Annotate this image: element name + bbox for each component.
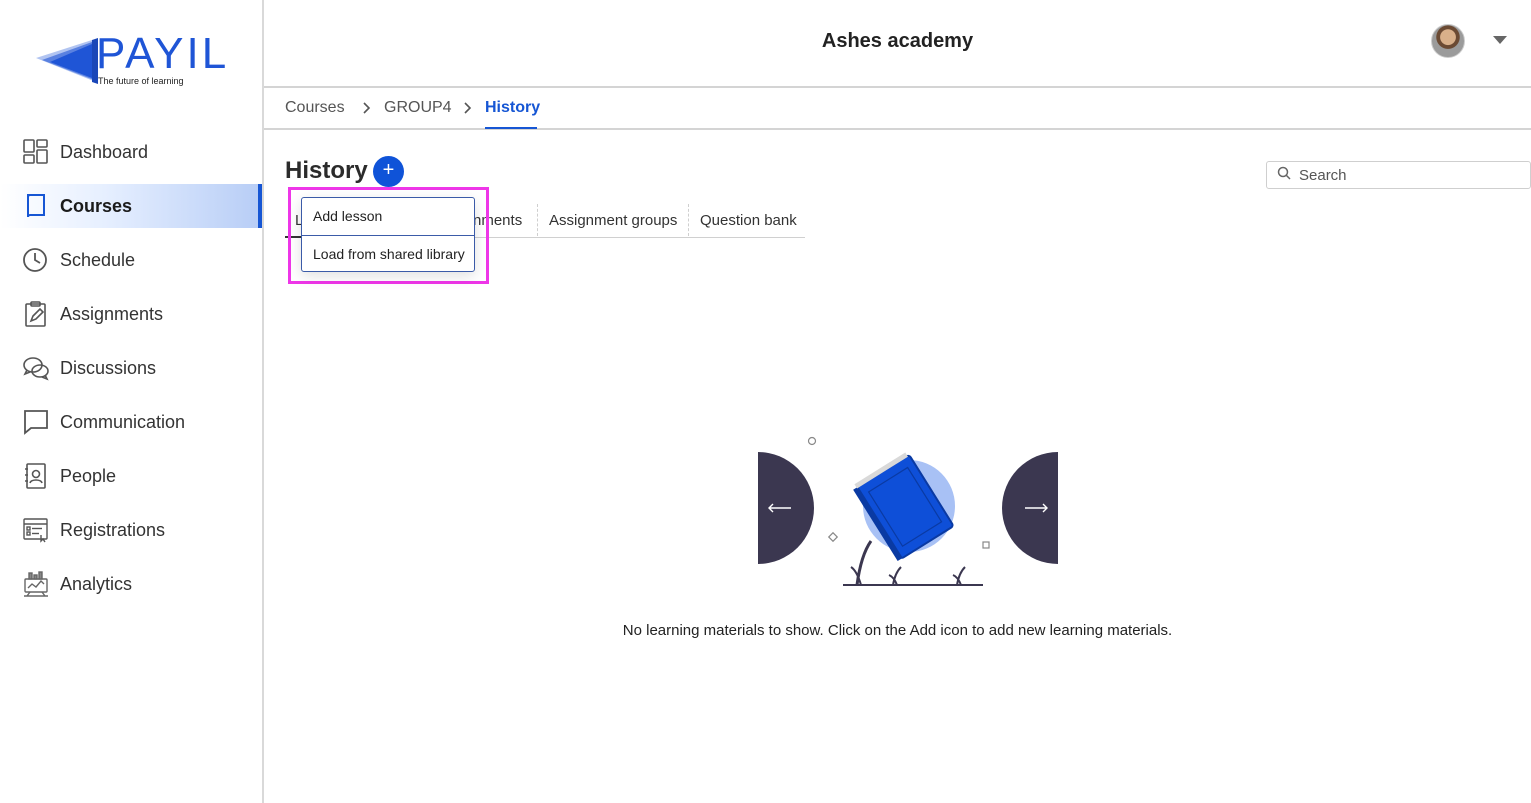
search-input[interactable] [1299, 166, 1519, 184]
app-root: PAYIL The future of learning Dashboard C… [0, 0, 1531, 803]
logo-text: PAYIL [96, 29, 230, 78]
tab-assignment-groups[interactable]: Assignment groups [549, 212, 677, 229]
empty-state-message: No learning materials to show. Click on … [622, 622, 1173, 639]
avatar[interactable] [1431, 24, 1465, 58]
add-button[interactable]: + [373, 156, 404, 187]
chevron-right-icon [463, 98, 473, 123]
menu-item-load-shared-library[interactable]: Load from shared library [302, 235, 474, 272]
empty-state-illustration [758, 436, 1058, 586]
search-icon [1277, 166, 1291, 185]
sidebar-item-dashboard[interactable]: Dashboard [0, 130, 262, 174]
sidebar-item-label: Assignments [60, 303, 164, 324]
chevron-down-icon[interactable] [1493, 36, 1507, 44]
tab-divider [688, 204, 689, 236]
payil-logo[interactable]: PAYIL The future of learning [34, 30, 234, 90]
dashboard-icon [22, 138, 50, 166]
logo-tagline: The future of learning [98, 76, 184, 86]
breadcrumb-courses[interactable]: Courses [285, 99, 345, 117]
breadcrumb-group[interactable]: GROUP4 [384, 99, 452, 117]
breadcrumb-active-underline [485, 127, 537, 129]
tab-question-bank[interactable]: Question bank [700, 212, 797, 229]
page-title: History [285, 157, 368, 184]
sidebar-item-communication[interactable]: Communication [0, 400, 262, 444]
breadcrumb-current: History [485, 99, 541, 116]
registration-form-icon [22, 516, 50, 544]
clipboard-icon [22, 300, 50, 328]
book-icon [22, 192, 50, 220]
logo-mark-icon [36, 38, 98, 84]
sidebar-item-discussions[interactable]: Discussions [0, 346, 262, 390]
chat-bubbles-icon [22, 354, 50, 382]
sidebar-item-label: Discussions [60, 357, 157, 378]
search-box [1266, 161, 1531, 189]
sidebar-item-people[interactable]: People [0, 454, 262, 498]
tab-divider [537, 204, 538, 236]
sidebar-item-assignments[interactable]: Assignments [0, 292, 262, 336]
sidebar-item-analytics[interactable]: Analytics [0, 562, 262, 606]
sidebar-item-label: Communication [60, 411, 186, 432]
menu-item-add-lesson[interactable]: Add lesson [302, 198, 474, 235]
sidebar-item-label: People [60, 465, 117, 486]
organization-title: Ashes academy [821, 30, 974, 52]
sidebar-nav: Dashboard Courses Schedule Assignments D… [0, 130, 262, 616]
sidebar-item-registrations[interactable]: Registrations [0, 508, 262, 552]
person-card-icon [22, 462, 50, 490]
breadcrumb: Courses GROUP4 History [264, 90, 1531, 130]
sidebar-item-schedule[interactable]: Schedule [0, 238, 262, 282]
analytics-icon [22, 570, 50, 598]
clock-icon [22, 246, 50, 274]
sidebar-item-label: Schedule [60, 249, 136, 270]
sidebar-item-courses[interactable]: Courses [0, 184, 262, 228]
add-menu: Add lesson Load from shared library [301, 197, 475, 272]
top-header: Ashes academy [264, 0, 1531, 88]
sidebar-item-label: Registrations [60, 519, 166, 540]
sidebar-item-label: Analytics [60, 573, 133, 594]
sidebar-item-label: Dashboard [60, 141, 149, 162]
message-icon [22, 408, 50, 436]
chevron-right-icon [362, 98, 372, 123]
sidebar: PAYIL The future of learning Dashboard C… [0, 0, 264, 803]
sidebar-item-label: Courses [60, 195, 133, 216]
